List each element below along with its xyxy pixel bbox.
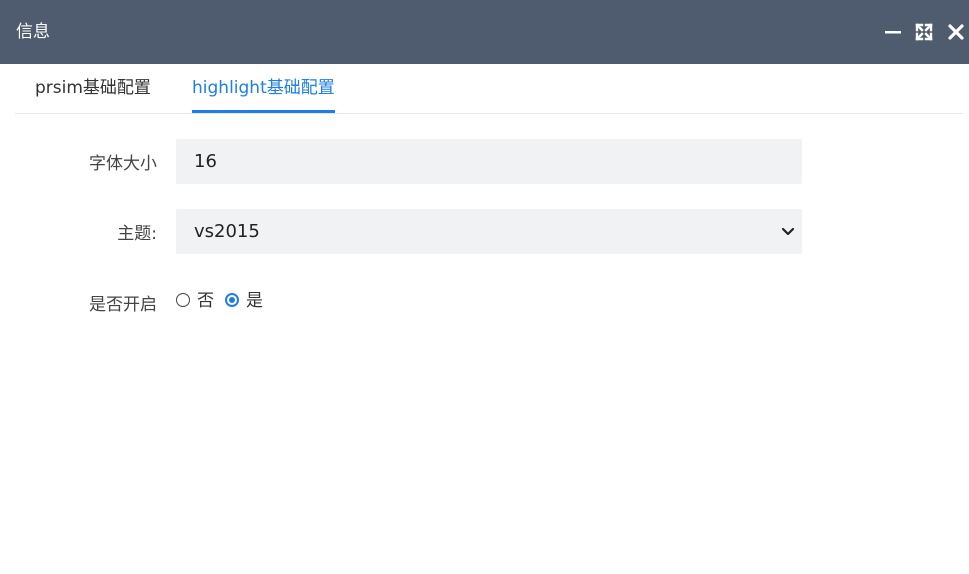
tab-highlight-config[interactable]: highlight基础配置 bbox=[192, 64, 335, 113]
tab-bar: prsim基础配置 highlight基础配置 bbox=[15, 64, 963, 114]
font-size-input[interactable]: 16 bbox=[176, 139, 802, 184]
font-size-value: 16 bbox=[194, 151, 217, 172]
chevron-down-icon bbox=[780, 223, 796, 243]
font-size-label: 字体大小 bbox=[89, 154, 157, 174]
enabled-label: 是否开启 bbox=[89, 295, 157, 315]
window-title: 信息 bbox=[16, 22, 50, 42]
theme-label: 主题: bbox=[117, 224, 157, 244]
minimize-icon[interactable] bbox=[883, 22, 903, 42]
maximize-icon[interactable] bbox=[914, 22, 934, 42]
radio-yes-label[interactable]: 是 bbox=[246, 290, 263, 312]
theme-selected-value: vs2015 bbox=[194, 221, 260, 242]
window-titlebar: 信息 bbox=[0, 0, 969, 64]
theme-select[interactable]: vs2015 bbox=[176, 209, 802, 254]
radio-no-label[interactable]: 否 bbox=[197, 290, 214, 312]
tab-prsim-config[interactable]: prsim基础配置 bbox=[35, 64, 151, 111]
radio-no[interactable] bbox=[176, 293, 190, 307]
close-icon[interactable] bbox=[946, 22, 966, 42]
radio-yes[interactable] bbox=[225, 293, 239, 307]
